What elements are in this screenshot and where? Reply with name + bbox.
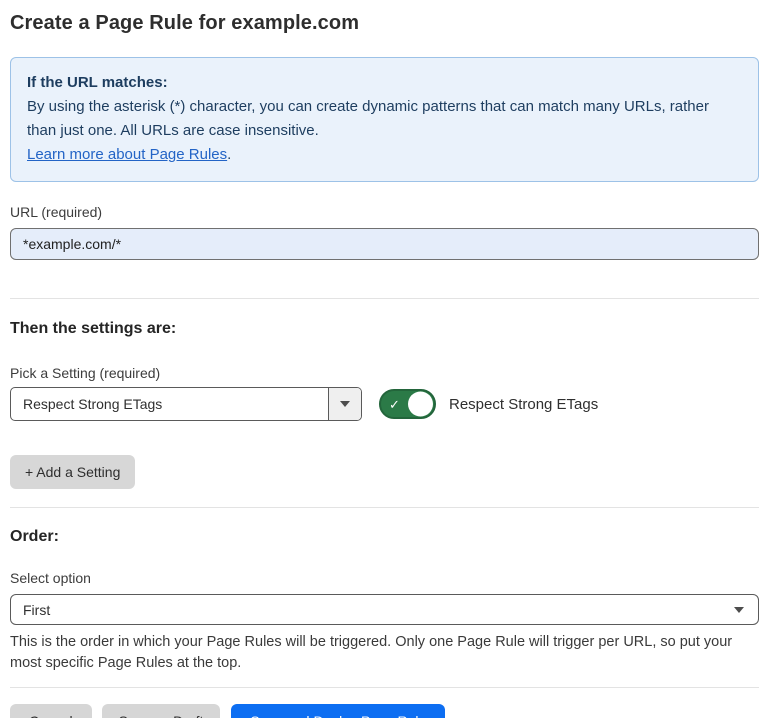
link-period: . [227, 146, 231, 163]
info-box-link-line: Learn more about Page Rules. [27, 143, 742, 167]
page-title: Create a Page Rule for example.com [10, 12, 759, 35]
learn-more-link[interactable]: Learn more about Page Rules [27, 146, 227, 163]
order-section-heading: Order: [10, 528, 759, 546]
cancel-button[interactable]: Cancel [10, 704, 92, 718]
url-field-label: URL (required) [10, 204, 759, 220]
section-divider [10, 298, 759, 299]
toggle-knob [408, 392, 433, 417]
order-select-label: Select option [10, 570, 759, 586]
order-select[interactable]: First [10, 594, 759, 625]
setting-select[interactable]: Respect Strong ETags [10, 387, 362, 421]
url-input[interactable] [10, 228, 759, 260]
create-page-rule-form: Create a Page Rule for example.com If th… [0, 0, 769, 718]
order-help-text: This is the order in which your Page Rul… [10, 632, 759, 674]
respect-strong-etags-toggle[interactable]: ✓ [379, 389, 436, 419]
pick-setting-label: Pick a Setting (required) [10, 365, 759, 381]
section-divider [10, 507, 759, 508]
save-as-draft-button[interactable]: Save as Draft [102, 704, 221, 718]
chevron-down-icon [734, 607, 744, 613]
footer-actions: Cancel Save as Draft Save and Deploy Pag… [10, 704, 759, 718]
setting-select-arrow-box[interactable] [328, 388, 361, 420]
toggle-label: Respect Strong ETags [449, 396, 598, 413]
settings-section-heading: Then the settings are: [10, 320, 759, 338]
check-icon: ✓ [389, 398, 400, 411]
setting-select-value: Respect Strong ETags [11, 388, 328, 420]
info-box-body: By using the asterisk (*) character, you… [27, 95, 742, 143]
url-match-info-box: If the URL matches: By using the asteris… [10, 57, 759, 182]
add-setting-button[interactable]: + Add a Setting [10, 455, 135, 489]
setting-row: Respect Strong ETags ✓ Respect Strong ET… [10, 387, 759, 421]
order-select-value: First [23, 602, 50, 618]
footer-divider [10, 687, 759, 688]
setting-toggle-wrap: ✓ Respect Strong ETags [379, 389, 598, 419]
chevron-down-icon [340, 401, 350, 407]
info-box-heading: If the URL matches: [27, 71, 742, 95]
save-and-deploy-button[interactable]: Save and Deploy Page Rule [231, 704, 445, 718]
